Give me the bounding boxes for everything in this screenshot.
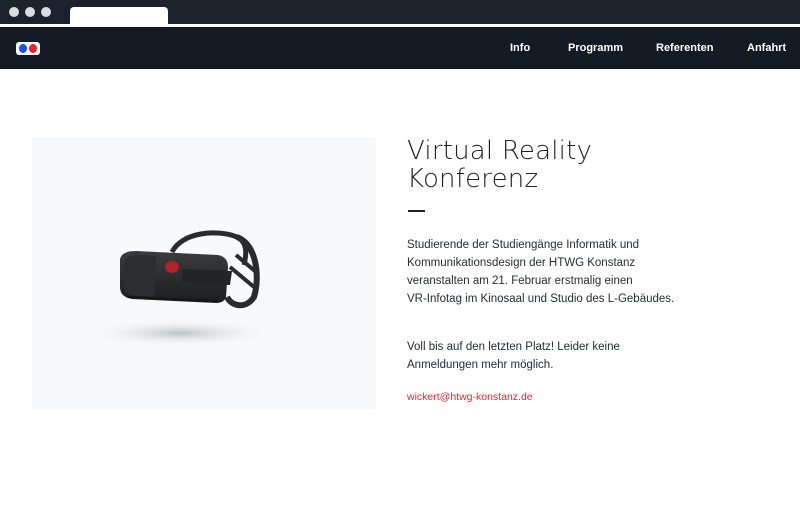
event-description: Studierende der Studiengänge Informatik … [407,236,737,308]
browser-chrome [0,0,800,24]
browser-tab[interactable] [70,7,168,24]
window-minimize-dot-icon[interactable] [25,7,35,17]
page-title: Virtual Reality Konferenz [407,137,592,193]
title-divider [408,210,425,212]
title-line-2: Konferenz [407,164,539,194]
nav-item-programm[interactable]: Programm [568,42,623,54]
window-close-dot-icon[interactable] [9,7,19,17]
title-line-1: Virtual Reality [407,136,593,166]
description-line: Kommunikationsdesign der HTWG Konstanz [407,257,636,269]
vr-headset-image [32,137,376,409]
description-line: veranstalten am 21. Februar erstmalig ei… [407,275,633,287]
description-line: Studierende der Studiengänge Informatik … [407,239,640,251]
vr-glasses-logo-icon[interactable] [16,42,40,55]
site-navbar: Info Programm Referenten Anfahrt [0,27,800,69]
logo-blue-lens [19,44,27,53]
description-line: VR-Infotag im Kinosaal und Studio des L-… [407,293,675,305]
window-maximize-dot-icon[interactable] [41,7,51,17]
note-line: Anmeldungen mehr möglich. [407,359,554,371]
nav-item-info[interactable]: Info [510,42,530,54]
vr-headset-illustration [85,230,275,347]
sold-out-note: Voll bis auf den letzten Platz! Leider k… [407,338,737,374]
nav-item-anfahrt[interactable]: Anfahrt [747,42,786,54]
contact-email-link[interactable]: wickert@htwg-konstanz.de [407,391,533,403]
nav-item-referenten[interactable]: Referenten [656,42,713,54]
logo-red-lens [29,44,37,53]
note-line: Voll bis auf den letzten Platz! Leider k… [407,341,620,353]
